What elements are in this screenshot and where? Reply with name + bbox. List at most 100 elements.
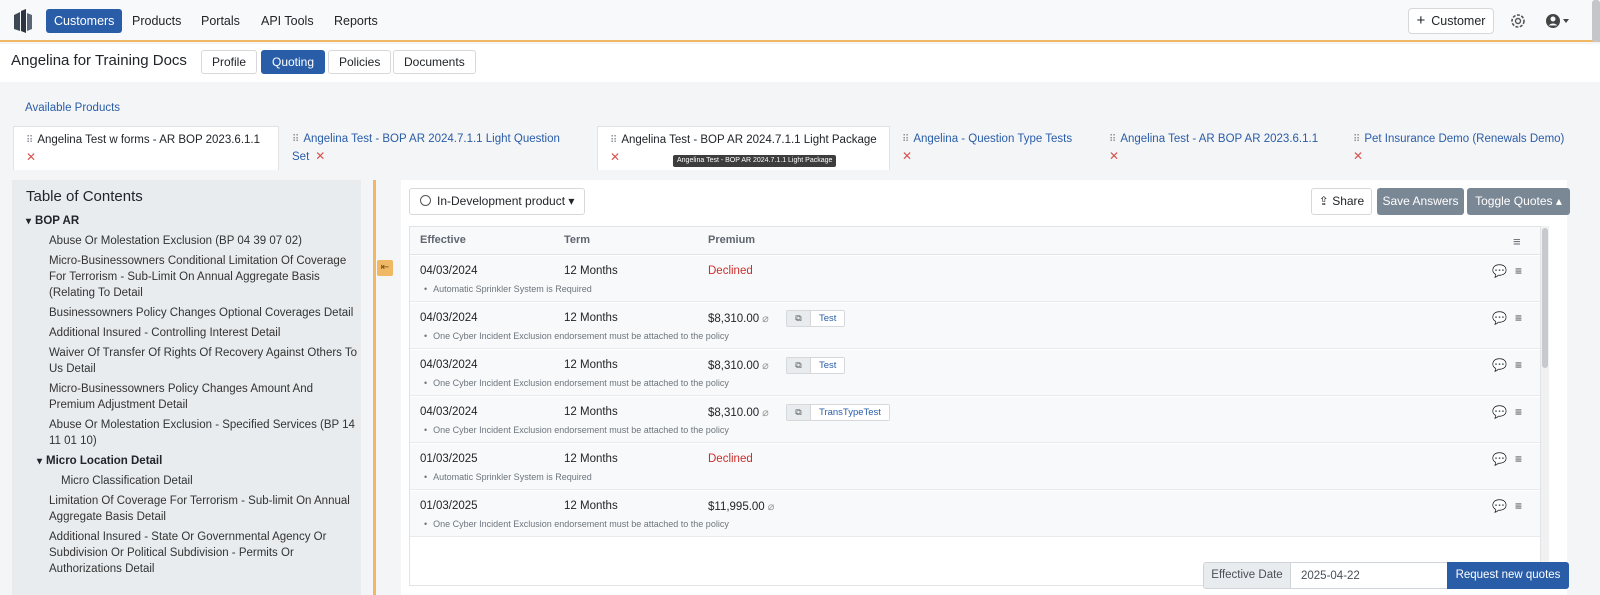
table-row[interactable]: 01/03/2025 12 Months Declined Automatic … — [410, 444, 1540, 490]
chevron-down-icon[interactable]: ▾ — [26, 214, 31, 230]
toc-item[interactable]: Waiver Of Transfer Of Rights Of Recovery… — [49, 345, 357, 361]
toc-item[interactable]: For Terrorism - Sub-Limit On Annual Aggr… — [49, 269, 320, 285]
close-icon[interactable]: ✕ — [902, 148, 1084, 164]
chevron-down-icon[interactable]: ▾ — [37, 454, 42, 470]
share-button[interactable]: ⇪ Share — [1311, 188, 1372, 215]
product-tab[interactable]: ⠿ Pet Insurance Demo (Renewals Demo) ✕ — [1341, 126, 1589, 170]
cell-effective: 04/03/2024 — [420, 265, 478, 277]
table-row[interactable]: 04/03/2024 12 Months $8,310.00⌀ ⧉Test On… — [410, 350, 1540, 396]
effective-date-input[interactable] — [1291, 562, 1448, 589]
nav-customers[interactable]: Customers — [46, 9, 123, 33]
toc-item[interactable]: 11 01 10) — [49, 433, 97, 449]
nav-portals[interactable]: Portals — [193, 9, 248, 33]
product-status-dropdown[interactable]: In-Development product ▾ — [409, 188, 586, 215]
nav-products[interactable]: Products — [124, 9, 189, 33]
nav-reports[interactable]: Reports — [326, 9, 386, 33]
transaction-tag[interactable]: ⧉ Test — [786, 357, 846, 374]
tab-profile[interactable]: Profile — [201, 50, 258, 74]
table-row[interactable]: 01/03/2025 12 Months $11,995.00⌀ One Cyb… — [410, 491, 1540, 537]
toc-item[interactable]: Micro-Businessowners Policy Changes Amou… — [49, 381, 313, 397]
close-icon[interactable]: ✕ — [26, 149, 266, 165]
tab-documents[interactable]: Documents — [393, 50, 476, 74]
toc-item[interactable]: Micro Classification Detail — [61, 473, 193, 489]
menu-icon[interactable]: ≡ — [1515, 264, 1522, 278]
add-customer-button[interactable]: + Customer — [1408, 8, 1494, 34]
request-new-quotes-button[interactable]: Request new quotes — [1447, 562, 1569, 589]
toc-item[interactable]: Additional Insured - Controlling Interes… — [49, 325, 280, 341]
product-tab[interactable]: ⠿ Angelina Test w forms - AR BOP 2023.6.1… — [13, 126, 279, 170]
cell-effective: 04/03/2024 — [420, 359, 478, 371]
caret-up-icon: ▴ — [1555, 194, 1562, 208]
menu-icon[interactable]: ≡ — [1515, 358, 1522, 372]
toc-item[interactable]: Additional Insured - State Or Government… — [49, 529, 326, 545]
drag-handle-icon[interactable]: ⠿ — [26, 135, 33, 146]
product-tab-label: Angelina - Question Type Tests — [913, 133, 1073, 145]
comment-icon[interactable]: 💬 — [1492, 264, 1507, 278]
comment-icon[interactable]: 💬 — [1492, 499, 1507, 513]
column-header-term[interactable]: Term — [564, 234, 590, 246]
collapse-panel-icon[interactable]: ⇤ — [377, 260, 393, 276]
table-row[interactable]: 04/03/2024 12 Months $8,310.00⌀ ⧉Test On… — [410, 303, 1540, 349]
scrollbar-thumb[interactable] — [1542, 228, 1548, 368]
transaction-tag[interactable]: ⧉ Test — [786, 310, 846, 327]
drag-handle-icon[interactable]: ⠿ — [292, 134, 299, 145]
column-header-effective[interactable]: Effective — [420, 234, 466, 246]
panel-divider[interactable] — [373, 180, 376, 595]
comment-icon[interactable]: 💬 — [1492, 358, 1507, 372]
menu-icon[interactable]: ≡ — [1515, 311, 1522, 325]
tab-quoting[interactable]: Quoting — [261, 50, 326, 74]
menu-icon[interactable]: ≡ — [1515, 405, 1522, 419]
drag-handle-icon[interactable]: ⠿ — [1353, 134, 1360, 145]
toc-item[interactable]: Aggregate Basis Detail — [49, 509, 166, 525]
gear-icon[interactable] — [1509, 12, 1527, 30]
table-row[interactable]: 04/03/2024 12 Months Declined Automatic … — [410, 256, 1540, 302]
product-tab[interactable]: ⠿ Angelina - Question Type Tests ✕ — [890, 126, 1096, 170]
toc-item[interactable]: Us Detail — [49, 361, 96, 377]
close-icon[interactable]: ✕ — [1109, 148, 1323, 164]
product-tab-label: Pet Insurance Demo (Renewals Demo) — [1364, 133, 1565, 145]
comment-icon[interactable]: 💬 — [1492, 452, 1507, 466]
toc-item[interactable]: Premium Adjustment Detail — [49, 397, 188, 413]
copy-icon[interactable]: ⧉ — [787, 311, 811, 326]
menu-icon[interactable]: ≡ — [1515, 452, 1522, 466]
nav-api-tools[interactable]: API Tools — [253, 9, 322, 33]
toc-section-micro-location[interactable]: ▾ Micro Location Detail — [37, 453, 162, 470]
tooltip: Angelina Test - BOP AR 2024.7.1.1 Light … — [673, 155, 837, 167]
drag-handle-icon[interactable]: ⠿ — [1109, 134, 1116, 145]
paperclip-icon[interactable]: ⌀ — [762, 407, 769, 419]
toc-item[interactable]: (Relating To Detail — [49, 285, 143, 301]
tab-policies[interactable]: Policies — [328, 50, 392, 74]
column-header-premium[interactable]: Premium — [708, 234, 755, 246]
user-icon[interactable] — [1545, 12, 1571, 30]
toc-item[interactable]: Authorizations Detail — [49, 561, 154, 577]
logo-icon[interactable] — [12, 9, 34, 33]
close-icon[interactable]: ✕ — [1353, 148, 1577, 164]
product-tab[interactable]: ⠿ Angelina Test - BOP AR 2024.7.1.1 Light… — [280, 126, 590, 170]
drag-handle-icon[interactable]: ⠿ — [902, 134, 909, 145]
toc-item[interactable]: Micro-Businessowners Conditional Limitat… — [49, 253, 346, 269]
toc-item[interactable]: Limitation Of Coverage For Terrorism - S… — [49, 493, 350, 509]
comment-icon[interactable]: 💬 — [1492, 405, 1507, 419]
close-icon[interactable]: ✕ — [315, 149, 325, 163]
column-menu-icon[interactable]: ≡ — [1513, 234, 1521, 249]
paperclip-icon[interactable]: ⌀ — [762, 360, 769, 372]
menu-icon[interactable]: ≡ — [1515, 499, 1522, 513]
copy-icon[interactable]: ⧉ — [787, 405, 811, 420]
table-scrollbar[interactable] — [1541, 226, 1549, 586]
drag-handle-icon[interactable]: ⠿ — [610, 135, 617, 146]
toc-section-bop-ar[interactable]: ▾ BOP AR — [26, 213, 79, 230]
transaction-tag[interactable]: ⧉ TransTypeTest — [786, 404, 890, 421]
toggle-quotes-button[interactable]: Toggle Quotes ▴ — [1467, 188, 1570, 215]
page-scrollbar[interactable] — [1592, 0, 1600, 42]
save-answers-button[interactable]: Save Answers — [1377, 188, 1464, 215]
product-tab[interactable]: ⠿ Angelina Test - AR BOP AR 2023.6.1.1 ✕ — [1097, 126, 1335, 170]
table-row[interactable]: 04/03/2024 12 Months $8,310.00 ⌀ ⧉ TransTy… — [410, 397, 1540, 443]
copy-icon[interactable]: ⧉ — [787, 358, 811, 373]
comment-icon[interactable]: 💬 — [1492, 311, 1507, 325]
toc-item[interactable]: Subdivision Or Political Subdivision - P… — [49, 545, 294, 561]
paperclip-icon[interactable]: ⌀ — [768, 501, 775, 513]
toc-item[interactable]: Businessowners Policy Changes Optional C… — [49, 305, 353, 321]
toc-item[interactable]: Abuse Or Molestation Exclusion (BP 04 39… — [49, 233, 302, 249]
toc-item[interactable]: Abuse Or Molestation Exclusion - Specifi… — [49, 417, 355, 433]
paperclip-icon[interactable]: ⌀ — [762, 313, 769, 325]
